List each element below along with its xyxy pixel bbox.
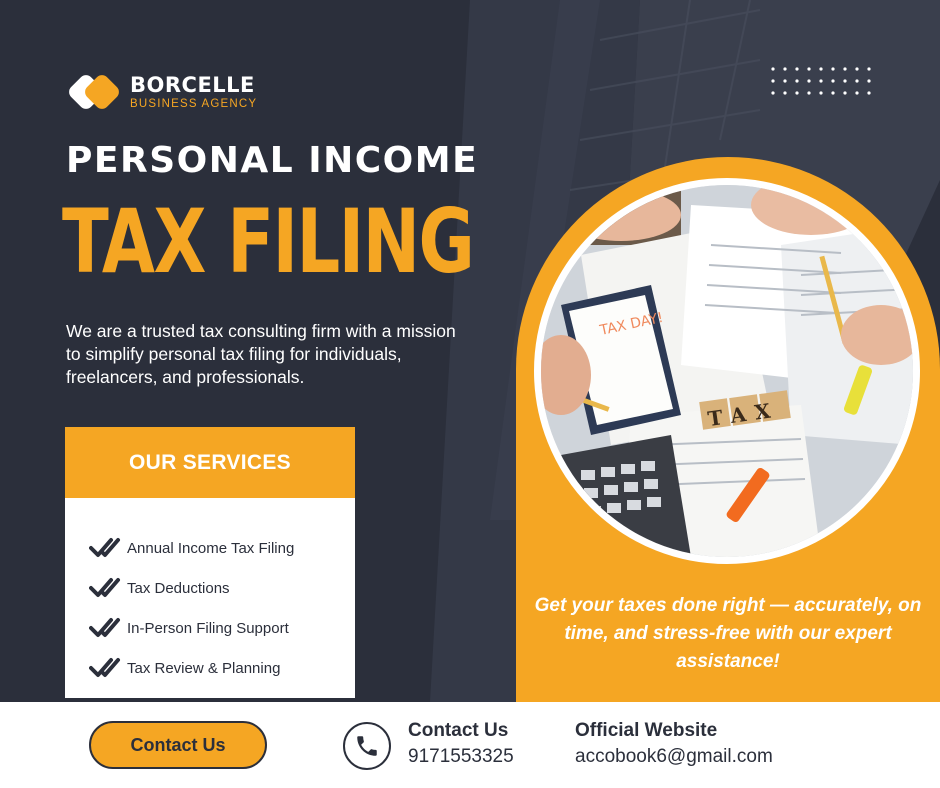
tagline-text: Get your taxes done right — accurately, … <box>534 595 922 672</box>
website-label: Official Website <box>575 720 718 741</box>
brand-logo: BORCELLE BUSINESS AGENCY <box>66 72 257 112</box>
dot-grid-decoration <box>770 66 880 106</box>
contact-phone: 9171553325 <box>408 746 514 767</box>
logo-mark-icon <box>66 72 122 112</box>
phone-icon <box>343 722 391 770</box>
services-list: Annual Income Tax Filing Tax Deductions … <box>65 498 355 688</box>
services-title: OUR SERVICES <box>65 427 355 498</box>
heading-tax-filing: TAX FILING <box>62 190 475 293</box>
service-label: Tax Deductions <box>127 579 230 597</box>
footer-bar: Contact Us Contact Us 9171553325 Officia… <box>0 702 940 788</box>
list-item: In-Person Filing Support <box>89 608 355 648</box>
contact-label: Contact Us <box>408 720 509 741</box>
double-check-icon <box>89 538 120 557</box>
contact-us-button[interactable]: Contact Us <box>89 721 267 769</box>
brand-tagline: BUSINESS AGENCY <box>130 98 258 110</box>
list-item: Tax Deductions <box>89 568 355 608</box>
service-label: In-Person Filing Support <box>127 619 289 637</box>
double-check-icon <box>89 658 120 677</box>
brand-name: BORCELLE <box>130 73 255 97</box>
heading-personal-income: PERSONAL INCOME <box>66 140 479 181</box>
website-email: accobook6@gmail.com <box>575 746 773 767</box>
double-check-icon <box>89 578 120 597</box>
intro-text: We are a trusted tax consulting firm wit… <box>66 321 456 387</box>
list-item: Tax Review & Planning <box>89 648 355 688</box>
double-check-icon <box>89 618 120 637</box>
service-label: Tax Review & Planning <box>127 659 281 677</box>
service-label: Annual Income Tax Filing <box>127 539 295 557</box>
list-item: Annual Income Tax Filing <box>89 528 355 568</box>
tax-paperwork-photo: TAX DAY! TAX <box>534 178 920 564</box>
services-card: OUR SERVICES Annual Income Tax Filing Ta… <box>65 427 355 698</box>
